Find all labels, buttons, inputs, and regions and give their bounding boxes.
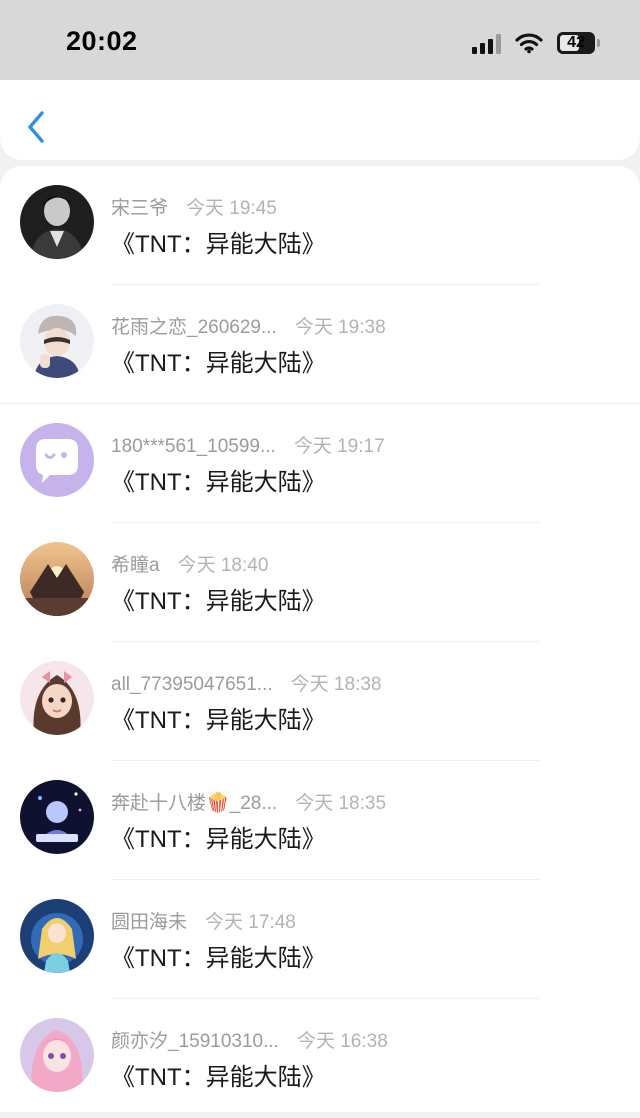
message-title: 《TNT：异能大陆》 xyxy=(111,469,326,496)
timestamp: 今天 16:38 xyxy=(296,1031,388,1052)
message-meta: 180***561_10599... 今天 19:17 xyxy=(111,431,385,458)
list-item[interactable]: 圆田海未 今天 17:48 《TNT：异能大陆》 xyxy=(0,880,640,999)
user-name: 颜亦汐_15910310... xyxy=(111,1031,279,1052)
list-item[interactable]: 颜亦汐_15910310... 今天 16:38 《TNT：异能大陆》 xyxy=(0,999,640,1118)
avatar[interactable] xyxy=(20,899,94,973)
timestamp: 今天 18:38 xyxy=(290,674,382,695)
list-item[interactable]: 180***561_10599... 今天 19:17 《TNT：异能大陆》 xyxy=(0,404,640,523)
message-title: 《TNT：异能大陆》 xyxy=(111,826,326,853)
timestamp: 今天 19:38 xyxy=(294,317,386,338)
cellular-signal-icon xyxy=(472,32,501,54)
message-title: 《TNT：异能大陆》 xyxy=(111,588,326,615)
timestamp: 今天 18:40 xyxy=(177,555,269,576)
message-title: 《TNT：异能大陆》 xyxy=(111,945,326,972)
user-name: 奔赴十八楼🍿_28... xyxy=(111,793,278,814)
user-name: 希瞳a xyxy=(111,555,160,576)
message-meta: 花雨之恋_260629... 今天 19:38 xyxy=(111,312,386,339)
timestamp: 今天 19:17 xyxy=(293,436,385,457)
timestamp: 今天 18:35 xyxy=(295,793,387,814)
status-time: 20:02 xyxy=(66,26,138,56)
user-name: 宋三爷 xyxy=(111,198,169,219)
avatar[interactable] xyxy=(20,304,94,378)
message-title: 《TNT：异能大陆》 xyxy=(111,350,326,377)
user-name: 圆田海未 xyxy=(111,912,188,933)
status-icons: 42 xyxy=(472,28,600,58)
message-meta: 颜亦汐_15910310... 今天 16:38 xyxy=(111,1026,388,1053)
list-item[interactable]: all_77395047651... 今天 18:38 《TNT：异能大陆》 xyxy=(0,642,640,761)
message-meta: 希瞳a 今天 18:40 xyxy=(111,550,268,577)
list-item[interactable]: 奔赴十八楼🍿_28... 今天 18:35 《TNT：异能大陆》 xyxy=(0,761,640,880)
message-meta: 奔赴十八楼🍿_28... 今天 18:35 xyxy=(111,788,386,815)
user-name: 花雨之恋_260629... xyxy=(111,317,277,338)
message-meta: 宋三爷 今天 19:45 xyxy=(111,193,277,220)
message-list: 宋三爷 今天 19:45 《TNT：异能大陆》 花雨之恋_260629... 今天 … xyxy=(0,166,640,1112)
status-bar: 20:02 42 xyxy=(0,0,640,80)
message-title: 《TNT：异能大陆》 xyxy=(111,707,326,734)
message-meta: 圆田海未 今天 17:48 xyxy=(111,907,296,934)
timestamp: 今天 17:48 xyxy=(205,912,296,933)
avatar[interactable] xyxy=(20,661,94,735)
battery-icon: 42 xyxy=(557,32,595,54)
wifi-icon xyxy=(515,33,543,54)
avatar[interactable] xyxy=(20,1018,94,1092)
battery-level: 42 xyxy=(567,34,585,51)
user-name: 180***561_10599... xyxy=(111,436,276,457)
list-item[interactable]: 希瞳a 今天 18:40 《TNT：异能大陆》 xyxy=(0,523,640,642)
chevron-left-icon[interactable] xyxy=(24,110,48,144)
timestamp: 今天 19:45 xyxy=(186,198,277,219)
user-name: all_77395047651... xyxy=(111,674,273,695)
message-title: 《TNT：异能大陆》 xyxy=(111,1064,326,1091)
avatar[interactable] xyxy=(20,542,94,616)
list-item[interactable]: 花雨之恋_260629... 今天 19:38 《TNT：异能大陆》 xyxy=(0,285,640,404)
avatar[interactable] xyxy=(20,780,94,854)
nav-bar xyxy=(0,80,640,160)
battery-tip xyxy=(597,39,600,47)
message-title: 《TNT：异能大陆》 xyxy=(111,231,326,258)
avatar[interactable] xyxy=(20,185,94,259)
list-item[interactable]: 宋三爷 今天 19:45 《TNT：异能大陆》 xyxy=(0,166,640,285)
avatar[interactable] xyxy=(20,423,94,497)
message-meta: all_77395047651... 今天 18:38 xyxy=(111,669,381,696)
